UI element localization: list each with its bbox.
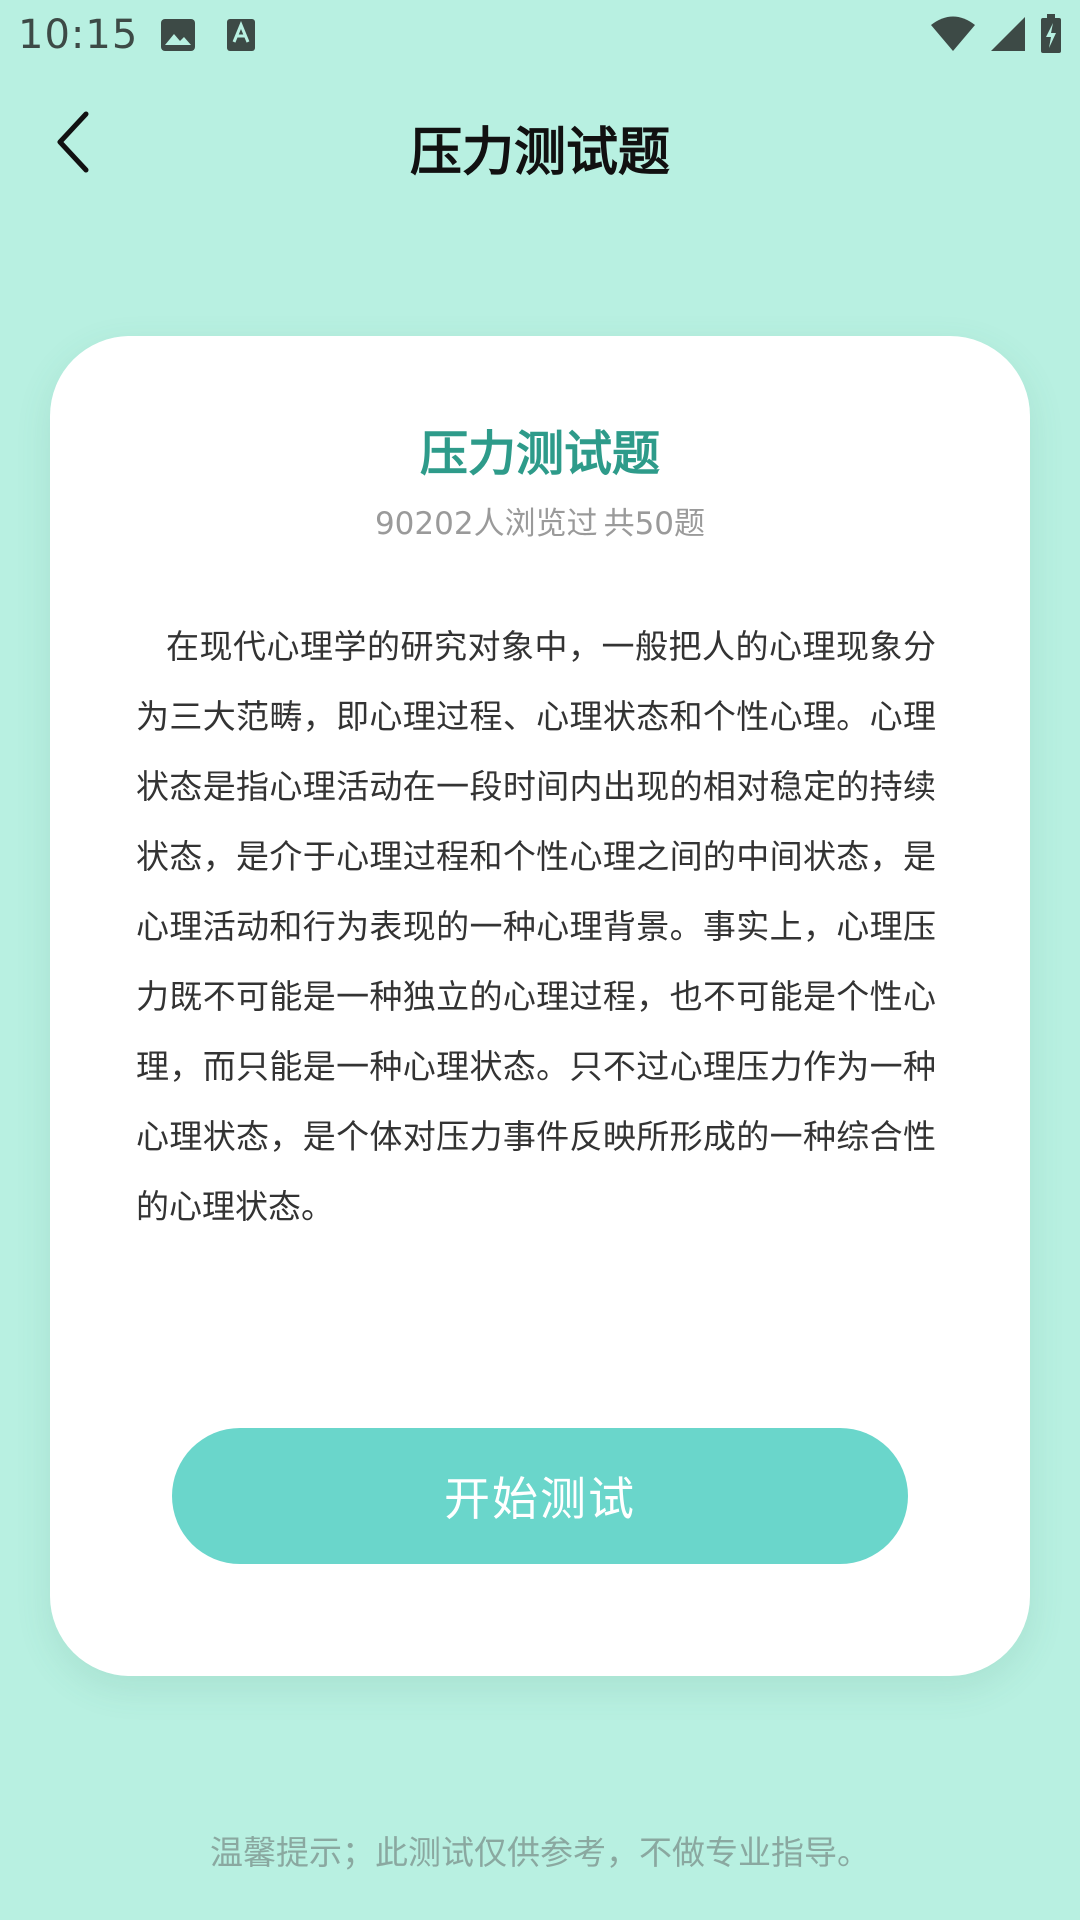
card-title: 压力测试题 — [419, 426, 660, 482]
test-description: 在现代心理学的研究对象中，一般把人的心理现象分为三大范畴，即心理过程、心理状态和… — [136, 627, 936, 1226]
image-icon — [160, 18, 196, 56]
status-icons-right — [930, 14, 1062, 58]
header: 压力测试题 — [0, 90, 1080, 200]
page-title: 压力测试题 — [409, 123, 670, 183]
battery-charging-icon — [1040, 14, 1062, 58]
card-meta: 90202人浏览过 共50题 — [50, 498, 1030, 543]
status-bar: 10:15 — [0, 0, 1080, 72]
footer-tip: 温馨提示；此测试仅供参考，不做专业指导。 — [210, 1833, 870, 1872]
status-icons-left — [160, 18, 256, 56]
status-time: 10:15 — [18, 12, 139, 58]
signal-icon — [990, 16, 1026, 56]
view-count: 90202人浏览过 — [374, 506, 598, 542]
question-count: 共50题 — [603, 506, 706, 542]
test-intro-card: 压力测试题 90202人浏览过 共50题 在现代心理学的研究对象中，一般把人的心理… — [50, 336, 1030, 1676]
wifi-icon — [930, 16, 976, 56]
start-test-button[interactable]: 开始测试 — [172, 1428, 908, 1564]
text-a-icon — [226, 18, 256, 56]
